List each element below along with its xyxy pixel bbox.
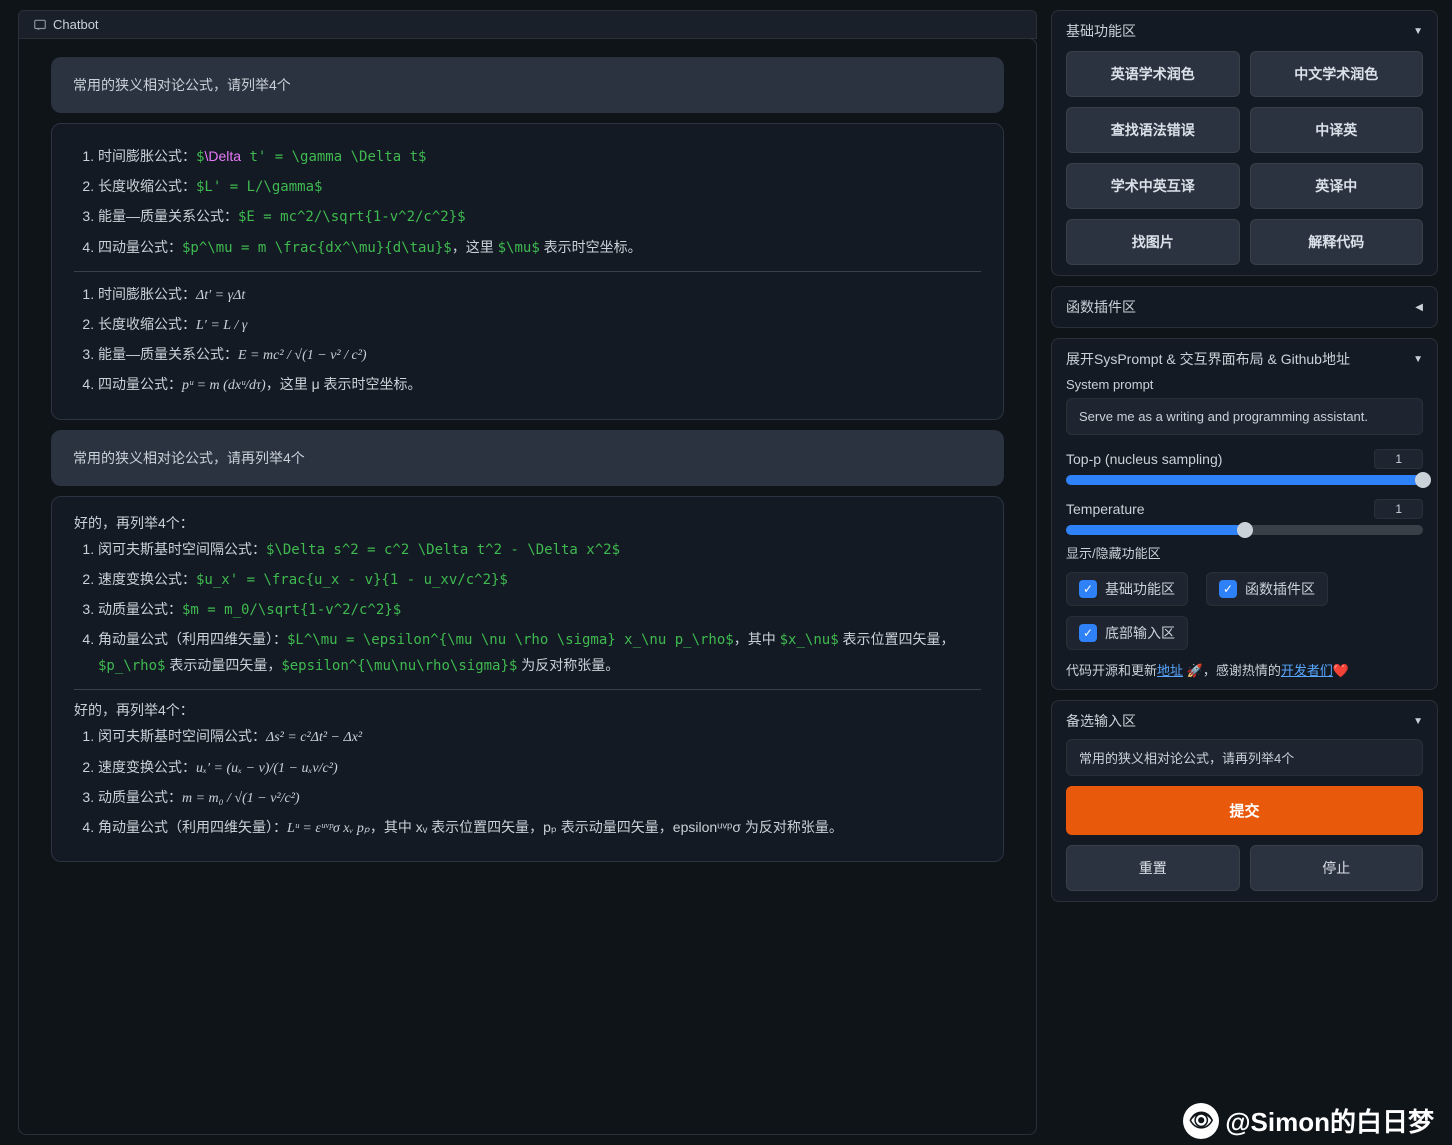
basic-panel-head[interactable]: 基础功能区▼ bbox=[1066, 21, 1423, 41]
alt-input-head[interactable]: 备选输入区▼ bbox=[1066, 711, 1423, 731]
chat-icon bbox=[33, 18, 47, 32]
check-basic[interactable]: ✓基础功能区 bbox=[1066, 572, 1188, 606]
chevron-down-icon: ▼ bbox=[1413, 716, 1423, 727]
chevron-left-icon: ◀ bbox=[1415, 302, 1423, 313]
basic-functions-panel: 基础功能区▼ 英语学术润色 中文学术润色 查找语法错误 中译英 学术中英互译 英… bbox=[1051, 10, 1438, 276]
bot-message: 好的，再列举4个： 闵可夫斯基时空间隔公式：$\Delta s^2 = c^2 … bbox=[51, 496, 1004, 863]
user-message: 常用的狭义相对论公式，请列举4个 bbox=[51, 57, 1004, 113]
chat-area: 常用的狭义相对论公式，请列举4个 时间膨胀公式：$\Delta t' = \ga… bbox=[18, 38, 1037, 1135]
tab-label: Chatbot bbox=[53, 17, 99, 32]
check-bottom-input[interactable]: ✓底部输入区 bbox=[1066, 616, 1188, 650]
show-hide-label: 显示/隐藏功能区 bbox=[1066, 543, 1423, 562]
user-message: 常用的狭义相对论公式，请再列举4个 bbox=[51, 430, 1004, 486]
grammar-check-button[interactable]: 查找语法错误 bbox=[1066, 107, 1240, 153]
plugins-panel-head[interactable]: 函数插件区◀ bbox=[1066, 297, 1423, 317]
chatbot-tab[interactable]: Chatbot bbox=[18, 10, 1037, 39]
topp-value[interactable]: 1 bbox=[1374, 449, 1423, 469]
find-image-button[interactable]: 找图片 bbox=[1066, 219, 1240, 265]
topp-slider[interactable] bbox=[1066, 475, 1423, 485]
chevron-down-icon: ▼ bbox=[1413, 354, 1423, 365]
temperature-slider[interactable] bbox=[1066, 525, 1423, 535]
devs-link[interactable]: 开发者们 bbox=[1281, 663, 1333, 678]
temperature-label: Temperature bbox=[1066, 501, 1145, 517]
zh-to-en-button[interactable]: 中译英 bbox=[1250, 107, 1424, 153]
en-to-zh-button[interactable]: 英译中 bbox=[1250, 163, 1424, 209]
reset-button[interactable]: 重置 bbox=[1066, 845, 1240, 891]
chevron-down-icon: ▼ bbox=[1413, 26, 1423, 37]
temperature-value[interactable]: 1 bbox=[1374, 499, 1423, 519]
system-prompt-label: System prompt bbox=[1066, 377, 1423, 392]
academic-translate-button[interactable]: 学术中英互译 bbox=[1066, 163, 1240, 209]
explain-code-button[interactable]: 解释代码 bbox=[1250, 219, 1424, 265]
stop-button[interactable]: 停止 bbox=[1250, 845, 1424, 891]
bot-message: 时间膨胀公式：$\Delta t' = \gamma \Delta t$ 长度收… bbox=[51, 123, 1004, 420]
alt-input-panel: 备选输入区▼ 提交 重置 停止 bbox=[1051, 700, 1438, 902]
function-plugins-panel: 函数插件区◀ bbox=[1051, 286, 1438, 328]
source-link[interactable]: 地址 bbox=[1157, 663, 1183, 678]
english-polish-button[interactable]: 英语学术润色 bbox=[1066, 51, 1240, 97]
layout-panel-head[interactable]: 展开SysPrompt & 交互界面布局 & Github地址▼ bbox=[1066, 349, 1423, 369]
alt-input-field[interactable] bbox=[1066, 739, 1423, 776]
topp-label: Top-p (nucleus sampling) bbox=[1066, 451, 1222, 467]
check-plugins[interactable]: ✓函数插件区 bbox=[1206, 572, 1328, 606]
layout-panel: 展开SysPrompt & 交互界面布局 & Github地址▼ System … bbox=[1051, 338, 1438, 690]
submit-button[interactable]: 提交 bbox=[1066, 786, 1423, 835]
chinese-polish-button[interactable]: 中文学术润色 bbox=[1250, 51, 1424, 97]
system-prompt-input[interactable] bbox=[1066, 398, 1423, 435]
credit-text: 代码开源和更新地址 🚀，感谢热情的开发者们❤️ bbox=[1066, 660, 1423, 679]
